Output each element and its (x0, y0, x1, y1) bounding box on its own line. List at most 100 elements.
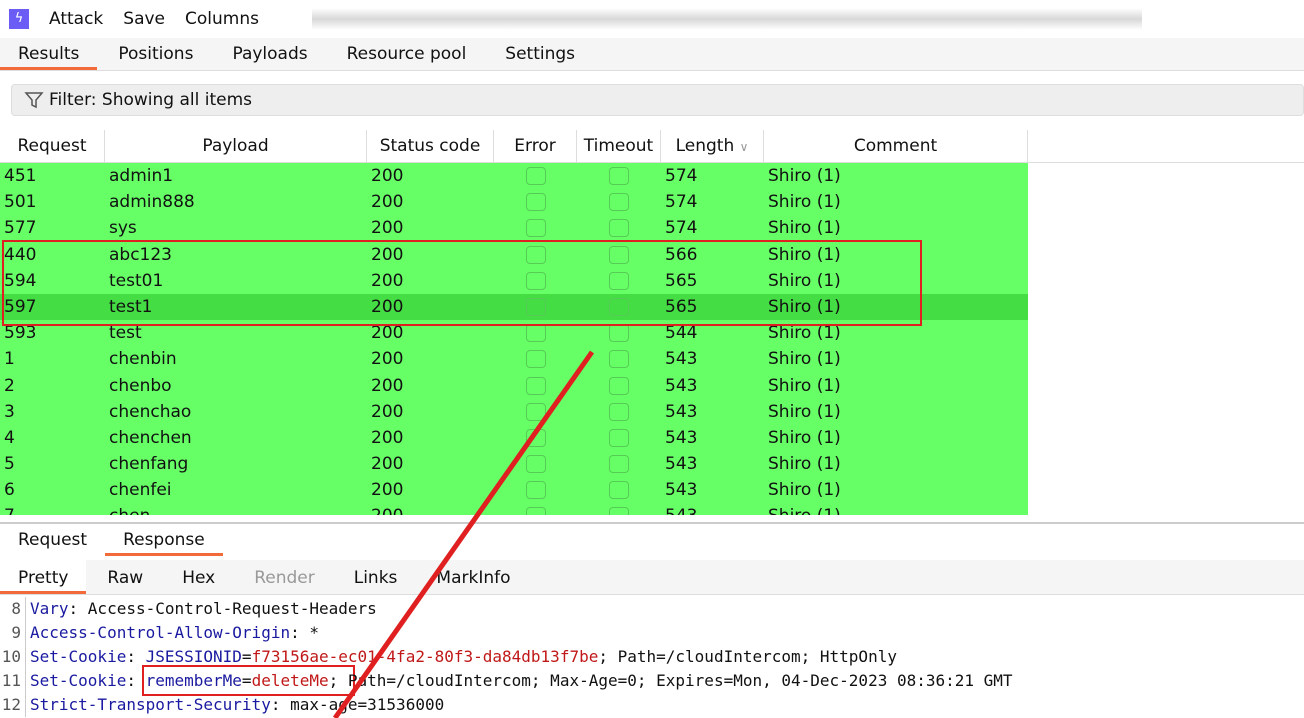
menu-attack[interactable]: Attack (49, 9, 103, 29)
header-sep: : Access-Control-Request-Headers (68, 599, 377, 618)
table-row[interactable]: 4 chenchen 200 543 Shiro (1) (0, 424, 1028, 452)
error-checkbox (525, 481, 546, 500)
table-row[interactable]: 3 chenchao 200 543 Shiro (1) (0, 398, 1028, 425)
cell-error (494, 477, 577, 503)
col-status[interactable]: Status code (367, 130, 494, 162)
cell-length: 543 (665, 427, 698, 448)
filter-text: Filter: Showing all items (49, 90, 253, 110)
main-tabs: Results Positions Payloads Resource pool… (0, 38, 1304, 71)
tab-positions[interactable]: Positions (100, 38, 211, 70)
code-line: 8 Vary: Access-Control-Request-Headers (0, 597, 1304, 621)
cell-request: 5 (4, 454, 15, 475)
filter-bar[interactable]: Filter: Showing all items (11, 84, 1304, 116)
cell-status: 200 (371, 401, 404, 422)
cell-request: 4 (4, 427, 15, 448)
timeout-checkbox (609, 193, 629, 212)
col-request[interactable]: Request (0, 130, 105, 162)
header-name: Strict-Transport-Security (30, 695, 271, 714)
col-comment[interactable]: Comment (764, 130, 1028, 162)
cell-status: 200 (371, 427, 404, 448)
tab-settings[interactable]: Settings (487, 38, 593, 70)
table-row[interactable]: 7chen...200 543Shiro (1) (0, 503, 1028, 515)
cell-error (494, 346, 577, 372)
tab-hex[interactable]: Hex (164, 560, 233, 594)
tab-response[interactable]: Response (105, 524, 223, 556)
col-error[interactable]: Error (494, 130, 577, 162)
timeout-checkbox (609, 428, 629, 447)
col-length[interactable]: Length ∨ (661, 130, 764, 162)
error-checkbox (525, 193, 546, 212)
cell-timeout (577, 346, 661, 372)
table-row[interactable]: 1 chenbin 200 543 Shiro (1) (0, 346, 1028, 373)
line-number: 11 (0, 669, 26, 693)
table-row[interactable]: 2 chenbo 200 543 Shiro (1) (0, 372, 1028, 399)
error-checkbox (525, 376, 546, 395)
menu-save[interactable]: Save (123, 9, 165, 29)
col-timeout[interactable]: Timeout (577, 130, 661, 162)
code-line: 9 Access-Control-Allow-Origin: * (0, 621, 1304, 645)
cell-error (494, 503, 577, 515)
tab-request[interactable]: Request (0, 524, 105, 556)
message-tabs: Request Response (0, 522, 1304, 556)
cell-comment: Shiro (1) (768, 375, 841, 396)
cell-error (494, 451, 577, 477)
table-row[interactable]: 451 admin1 200 574 Shiro (1) (0, 163, 1028, 190)
cookie-name: rememberMe (145, 671, 242, 690)
cell-payload: admin888 (109, 192, 195, 213)
tab-links[interactable]: Links (336, 560, 416, 594)
timeout-checkbox (609, 219, 629, 238)
cell-timeout (577, 503, 661, 515)
timeout-checkbox (609, 350, 629, 369)
tab-render[interactable]: Render (236, 560, 333, 594)
response-body[interactable]: 8 Vary: Access-Control-Request-Headers 9 Ac… (0, 597, 1304, 717)
cell-comment: Shiro (1) (768, 427, 841, 448)
menu-columns[interactable]: Columns (185, 9, 259, 29)
cell-payload: chenchen (109, 427, 192, 448)
table-row[interactable]: 6 chenfei 200 543 Shiro (1) (0, 477, 1028, 504)
cookie-attrs: ; Path=/cloudIntercom; HttpOnly (598, 647, 897, 666)
tab-results[interactable]: Results (0, 38, 98, 70)
header-name: Set-Cookie (30, 647, 127, 666)
cookie-value: f73156ae-ec01-4fa2-80f3-da84db13f7be (251, 647, 599, 666)
col-length-label: Length (675, 136, 735, 156)
header-name: Access-Control-Allow-Origin (30, 623, 291, 642)
header-name: Vary (30, 599, 69, 618)
cell-request: 6 (4, 480, 15, 501)
cookie-name: JSESSIONID (145, 647, 242, 666)
redacted-title (312, 8, 1142, 30)
tab-pretty[interactable]: Pretty (0, 560, 87, 594)
tab-markinfo[interactable]: MarkInfo (418, 560, 528, 594)
cell-length: 543 (665, 375, 698, 396)
tab-payloads[interactable]: Payloads (214, 38, 325, 70)
timeout-checkbox (609, 324, 629, 343)
cell-timeout (577, 477, 661, 503)
cell-comment: Shiro (1) (768, 401, 841, 422)
cell-error (494, 399, 577, 425)
line-number: 9 (0, 621, 26, 645)
tab-resource-pool[interactable]: Resource pool (329, 38, 485, 70)
cell-payload: chenchao (109, 401, 192, 422)
cell-request: 577 (4, 218, 37, 239)
cookie-value: deleteMe (251, 671, 329, 690)
error-checkbox (525, 402, 546, 421)
cell-comment: Shiro (1) (768, 192, 841, 213)
header-sep: : (126, 647, 146, 666)
cell-length: 543 (661, 503, 764, 515)
timeout-checkbox (609, 455, 629, 474)
code-line: 12 Strict-Transport-Security: max-age=315… (0, 693, 1304, 717)
table-row[interactable]: 577 sys 200 574 Shiro (1) (0, 215, 1028, 242)
cell-error (494, 373, 577, 399)
tab-raw[interactable]: Raw (89, 560, 161, 594)
table-header: Request Payload Status code Error Timeou… (0, 130, 1304, 163)
table-row[interactable]: 5 chenfang 200 543 Shiro (1) (0, 451, 1028, 478)
cell-comment: Shiro (1) (768, 480, 841, 501)
cell-timeout (577, 425, 661, 451)
table-row[interactable]: 501 admin888 200 574 Shiro (1) (0, 189, 1028, 216)
cell-status: 200 (371, 375, 404, 396)
cell-status: 200 (371, 454, 404, 475)
col-payload[interactable]: Payload (105, 130, 367, 162)
table-body: 451 admin1 200 574 Shiro (1) 501 admin888 200 57… (0, 163, 1304, 515)
cell-status: 200 (371, 166, 404, 186)
cell-request: 2 (4, 375, 15, 396)
cookie-attrs: ; Path=/cloudIntercom; Max-Age=0; Expire… (328, 671, 1013, 690)
